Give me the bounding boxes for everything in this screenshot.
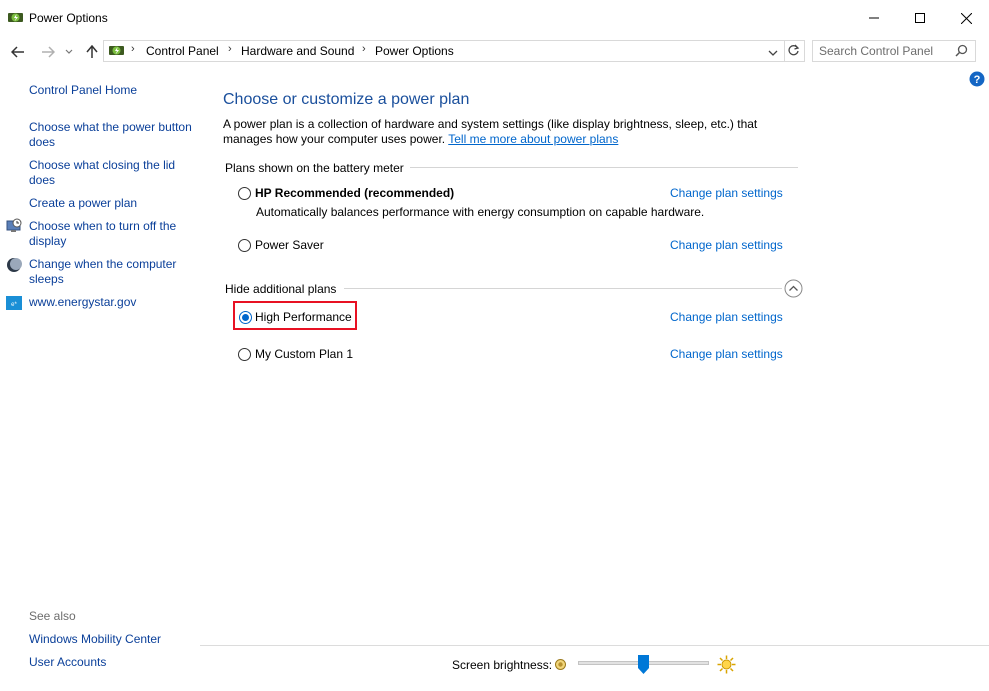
address-divider bbox=[784, 41, 785, 61]
collapse-plans-button[interactable] bbox=[784, 279, 803, 298]
screen-brightness-label: Screen brightness: bbox=[452, 658, 553, 672]
svg-text:?: ? bbox=[974, 74, 981, 86]
forward-button[interactable] bbox=[38, 42, 58, 62]
minimize-button[interactable] bbox=[851, 0, 897, 36]
change-plan-settings-link[interactable]: Change plan settings bbox=[670, 347, 783, 361]
refresh-button[interactable] bbox=[787, 44, 801, 58]
breadcrumb-power-options[interactable]: Power Options bbox=[375, 44, 454, 58]
address-dropdown-button[interactable] bbox=[768, 46, 780, 56]
see-also-heading: See also bbox=[29, 609, 76, 623]
sidebar-control-panel-home[interactable]: Control Panel Home bbox=[29, 83, 199, 98]
change-plan-settings-link[interactable]: Change plan settings bbox=[670, 186, 783, 200]
change-plan-settings-link[interactable]: Change plan settings bbox=[670, 238, 783, 252]
sidebar-item-create-plan[interactable]: Create a power plan bbox=[29, 196, 199, 211]
change-plan-settings-link[interactable]: Change plan settings bbox=[670, 310, 783, 324]
plan-radio-my-custom-plan-1[interactable] bbox=[238, 348, 251, 361]
breadcrumb-separator: › bbox=[228, 43, 232, 55]
footer-divider bbox=[200, 645, 989, 646]
section-divider bbox=[344, 288, 782, 289]
sidebar-item-computer-sleeps[interactable]: Change when the computer sleeps bbox=[29, 257, 189, 287]
breadcrumb-control-panel[interactable]: Control Panel bbox=[146, 44, 219, 58]
up-arrow-icon bbox=[86, 45, 98, 58]
page-description: A power plan is a collection of hardware… bbox=[223, 117, 808, 147]
dim-sun-icon bbox=[554, 658, 567, 671]
power-options-icon bbox=[108, 42, 125, 59]
search-input[interactable] bbox=[819, 43, 949, 59]
section-divider bbox=[410, 167, 798, 168]
maximize-icon bbox=[915, 13, 925, 23]
help-icon: ? bbox=[969, 71, 985, 87]
sidebar-item-energystar[interactable]: www.energystar.gov bbox=[29, 295, 199, 310]
see-also-mobility-center[interactable]: Windows Mobility Center bbox=[29, 632, 199, 647]
tell-me-more-link[interactable]: Tell me more about power plans bbox=[448, 132, 618, 146]
search-icon bbox=[955, 44, 968, 57]
refresh-icon bbox=[788, 44, 800, 56]
chevron-down-icon bbox=[768, 50, 778, 56]
power-options-icon bbox=[7, 9, 24, 26]
breadcrumb-separator: › bbox=[362, 43, 366, 55]
minimize-icon bbox=[869, 17, 879, 19]
title-bar: Power Options bbox=[0, 0, 989, 36]
sidebar-item-power-button[interactable]: Choose what the power button does bbox=[29, 120, 197, 150]
back-button[interactable] bbox=[8, 42, 28, 62]
breadcrumb-separator: › bbox=[131, 43, 135, 55]
plan-radio-power-saver[interactable] bbox=[238, 239, 251, 252]
close-icon bbox=[960, 12, 972, 24]
back-arrow-icon bbox=[11, 46, 24, 58]
see-also-user-accounts[interactable]: User Accounts bbox=[29, 655, 199, 670]
breadcrumb-hardware-and-sound[interactable]: Hardware and Sound bbox=[241, 44, 354, 58]
sidebar-item-turn-off-display[interactable]: Choose when to turn off the display bbox=[29, 219, 189, 249]
energystar-icon: e* bbox=[6, 295, 22, 311]
plan-name-hp-recommended[interactable]: HP Recommended (recommended) bbox=[255, 186, 454, 200]
moon-icon bbox=[6, 257, 22, 273]
up-button[interactable] bbox=[82, 42, 102, 62]
recent-dropdown-icon bbox=[65, 49, 73, 54]
help-button[interactable]: ? bbox=[969, 71, 985, 87]
additional-plans-heading[interactable]: Hide additional plans bbox=[225, 282, 336, 296]
plan-radio-high-performance[interactable] bbox=[239, 311, 252, 324]
plan-name-high-performance[interactable]: High Performance bbox=[255, 310, 352, 324]
collapse-chevron-icon bbox=[784, 279, 803, 298]
plan-name-power-saver[interactable]: Power Saver bbox=[255, 238, 324, 252]
window-title: Power Options bbox=[29, 11, 108, 25]
bright-sun-icon bbox=[717, 655, 736, 674]
close-button[interactable] bbox=[943, 0, 989, 36]
clock-monitor-icon bbox=[6, 218, 22, 234]
plan-desc-hp-recommended: Automatically balances performance with … bbox=[256, 205, 705, 219]
sidebar-item-closing-lid[interactable]: Choose what closing the lid does bbox=[29, 158, 189, 188]
plan-radio-hp-recommended[interactable] bbox=[238, 187, 251, 200]
address-bar-row: › Control Panel › Hardware and Sound › P… bbox=[0, 36, 989, 66]
page-title: Choose or customize a power plan bbox=[223, 91, 470, 108]
maximize-button[interactable] bbox=[897, 0, 943, 36]
plan-name-my-custom-plan-1[interactable]: My Custom Plan 1 bbox=[255, 347, 353, 361]
search-button[interactable] bbox=[955, 44, 969, 58]
brightness-slider-thumb[interactable] bbox=[638, 655, 649, 674]
forward-arrow-icon bbox=[42, 46, 55, 58]
search-box[interactable] bbox=[812, 40, 976, 62]
recent-locations-button[interactable] bbox=[63, 42, 75, 62]
battery-meter-section-heading: Plans shown on the battery meter bbox=[225, 161, 404, 175]
svg-text:e*: e* bbox=[11, 302, 17, 308]
address-box[interactable]: › Control Panel › Hardware and Sound › P… bbox=[103, 40, 805, 62]
